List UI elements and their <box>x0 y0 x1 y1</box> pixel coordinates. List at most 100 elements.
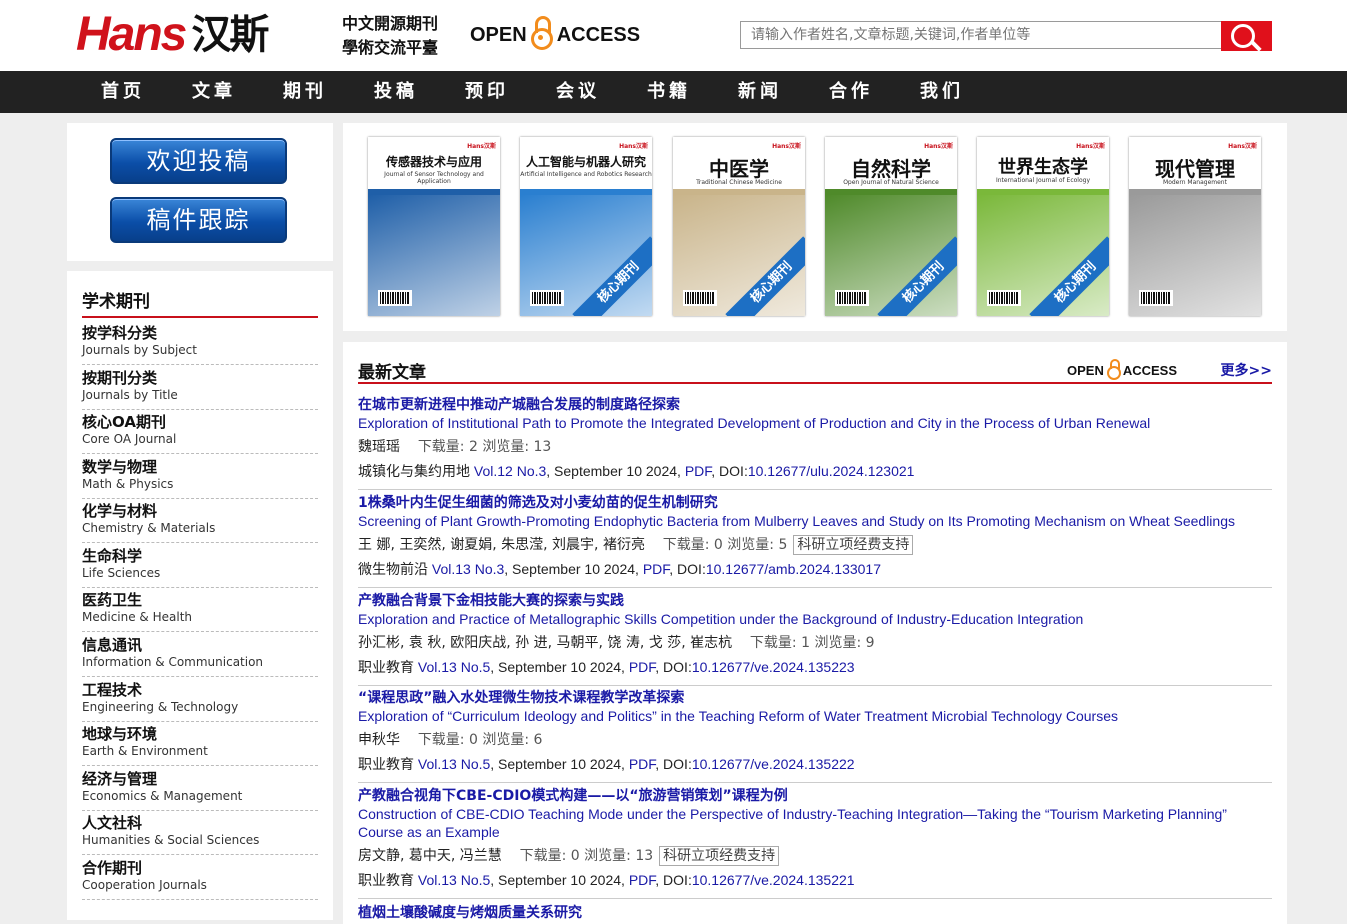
doi-link[interactable]: 10.12677/ve.2024.135222 <box>692 756 855 772</box>
categories-title: 学术期刊 <box>82 287 318 318</box>
open-lock-icon <box>1106 359 1121 381</box>
nav-about[interactable]: 我们 <box>920 71 964 113</box>
article-item: “课程思政”融入水处理微生物技术课程教学改革探索 Exploration of “… <box>358 689 1272 783</box>
article-stats: 下载量: 2 浏览量: 13 <box>417 439 552 455</box>
volume-link[interactable]: Vol.12 No.3 <box>474 463 546 479</box>
journal-name[interactable]: 职业教育 <box>358 660 414 676</box>
cover-title: 传感器技术与应用 <box>385 155 482 169</box>
article-title-en[interactable]: Construction of CBE-CDIO Teaching Mode u… <box>358 805 1272 841</box>
nav-submit[interactable]: 投稿 <box>374 71 418 113</box>
pdf-link[interactable]: PDF <box>629 756 655 772</box>
category-item[interactable]: 经济与管理 Economics & Management <box>82 767 318 811</box>
article-title-en[interactable]: Exploration and Practice of Metallograph… <box>358 610 1272 628</box>
nav-journals[interactable]: 期刊 <box>283 71 327 113</box>
cover-title: 自然科学 <box>851 157 931 181</box>
cover-title: 现代管理 <box>1155 157 1235 181</box>
cover-brand: Hans汉斯 <box>924 143 953 150</box>
pdf-link[interactable]: PDF <box>643 561 669 577</box>
article-stats: 下载量: 0 浏览量: 6 <box>417 732 543 748</box>
doi-link[interactable]: 10.12677/ulu.2024.123021 <box>748 463 915 479</box>
category-item[interactable]: 按学科分类 Journals by Subject <box>82 321 318 365</box>
category-item[interactable]: 信息通讯 Information & Communication <box>82 633 318 677</box>
volume-link[interactable]: Vol.13 No.5 <box>418 659 490 675</box>
site-slogan: 中文開源期刊 學術交流平臺 <box>342 12 438 60</box>
journal-name[interactable]: 城镇化与集约用地 <box>358 464 470 480</box>
category-item[interactable]: 数学与物理 Math & Physics <box>82 455 318 499</box>
journal-name[interactable]: 微生物前沿 <box>358 562 428 578</box>
more-articles-link[interactable]: 更多>> <box>1221 360 1272 380</box>
article-title-zh[interactable]: “课程思政”融入水处理微生物技术课程教学改革探索 <box>358 689 1272 707</box>
category-item[interactable]: 生命科学 Life Sciences <box>82 544 318 588</box>
article-title-zh[interactable]: 在城市更新进程中推动产城融合发展的制度路径探索 <box>358 396 1272 414</box>
article-title-zh[interactable]: 产教融合背景下金相技能大赛的探索与实践 <box>358 592 1272 610</box>
category-item[interactable]: 核心OA期刊 Core OA Journal <box>82 410 318 454</box>
search-input[interactable] <box>740 21 1222 49</box>
category-item[interactable]: 工程技术 Engineering & Technology <box>82 678 318 722</box>
open-lock-icon <box>530 16 553 54</box>
article-title-en[interactable]: Screening of Plant Growth-Promoting Endo… <box>358 512 1272 530</box>
nav-news[interactable]: 新闻 <box>738 71 782 113</box>
article-title-zh[interactable]: 产教融合视角下CBE-CDIO模式构建——以“旅游营销策划”课程为例 <box>358 787 1272 805</box>
article-stats: 下载量: 0 浏览量: 5 <box>662 537 788 553</box>
cover-title: 世界生态学 <box>998 157 1088 178</box>
journal-name[interactable]: 职业教育 <box>358 757 414 773</box>
submit-manuscript-button[interactable]: 欢迎投稿 <box>110 138 287 184</box>
category-item[interactable]: 按期刊分类 Journals by Title <box>82 366 318 410</box>
barcode <box>835 290 869 306</box>
article-title-zh[interactable]: 植烟土壤酸碱度与烤烟质量关系研究 <box>358 904 1272 922</box>
nav-preprint[interactable]: 预印 <box>465 71 509 113</box>
pdf-link[interactable]: PDF <box>629 659 655 675</box>
nav-books[interactable]: 书籍 <box>647 71 691 113</box>
nav-home[interactable]: 首页 <box>101 71 145 113</box>
category-item[interactable]: 合作期刊 Cooperation Journals <box>82 856 318 900</box>
cover-subtitle: Artificial Intelligence and Robotics Res… <box>520 171 652 178</box>
cover-brand: Hans汉斯 <box>467 143 496 150</box>
journal-name[interactable]: 职业教育 <box>358 873 414 889</box>
journal-cover[interactable]: Hans汉斯 中医学 Traditional Chinese Medicine 核心期… <box>673 137 805 316</box>
article-authors[interactable]: 孙汇彬, 袁 秋, 欧阳庆战, 孙 进, 马朝平, 饶 涛, 戈 莎, 崔志杭 <box>358 635 732 651</box>
article-item: 植烟土壤酸碱度与烤烟质量关系研究 <box>358 904 1272 922</box>
volume-link[interactable]: Vol.13 No.3 <box>432 561 504 577</box>
category-item[interactable]: 医药卫生 Medicine & Health <box>82 588 318 632</box>
funding-badge: 科研立项经费支持 <box>793 535 914 555</box>
journal-cover[interactable]: Hans汉斯 现代管理 Modern Management <box>1129 137 1261 316</box>
publish-date: , September 10 2024, <box>490 659 629 675</box>
article-authors[interactable]: 王 娜, 王奕然, 谢夏娟, 朱思滢, 刘晨宇, 褚衍亮 <box>358 537 645 553</box>
doi-link[interactable]: 10.12677/amb.2024.133017 <box>706 561 881 577</box>
article-source: 职业教育 Vol.13 No.5, September 10 2024, PDF… <box>358 753 1272 776</box>
doi-link[interactable]: 10.12677/ve.2024.135223 <box>692 659 855 675</box>
journal-cover[interactable]: Hans汉斯 自然科学 Open Journal of Natural Scienc… <box>825 137 957 316</box>
pdf-link[interactable]: PDF <box>685 463 711 479</box>
doi-link[interactable]: 10.12677/ve.2024.135221 <box>692 872 855 888</box>
article-title-en[interactable]: Exploration of Institutional Path to Pro… <box>358 414 1272 432</box>
volume-link[interactable]: Vol.13 No.5 <box>418 872 490 888</box>
search-button[interactable] <box>1221 21 1272 52</box>
cover-subtitle: Traditional Chinese Medicine <box>696 179 782 186</box>
cover-subtitle: International Journal of Ecology <box>995 177 1090 184</box>
category-item[interactable]: 人文社科 Humanities & Social Sciences <box>82 811 318 855</box>
article-item: 在城市更新进程中推动产城融合发展的制度路径探索 Exploration of In… <box>358 396 1272 490</box>
category-item[interactable]: 地球与环境 Earth & Environment <box>82 722 318 766</box>
hans-logo[interactable]: Hans 汉斯 <box>76 10 269 60</box>
journal-cover[interactable]: Hans汉斯 世界生态学 International Journal of Ecol… <box>977 137 1109 316</box>
article-authors[interactable]: 魏瑶瑶 <box>358 439 400 455</box>
nav-articles[interactable]: 文章 <box>192 71 236 113</box>
category-item[interactable]: 化学与材料 Chemistry & Materials <box>82 499 318 543</box>
volume-link[interactable]: Vol.13 No.5 <box>418 756 490 772</box>
track-manuscript-button[interactable]: 稿件跟踪 <box>110 197 287 243</box>
articles-title: 最新文章 <box>358 363 426 383</box>
cover-subtitle: Journal of Sensor Technology and Applica… <box>384 171 484 185</box>
pdf-link[interactable]: PDF <box>629 872 655 888</box>
nav-conference[interactable]: 会议 <box>556 71 600 113</box>
article-title-zh[interactable]: 1株桑叶内生促生细菌的筛选及对小麦幼苗的促生机制研究 <box>358 494 1272 512</box>
article-authors[interactable]: 申秋华 <box>358 732 400 748</box>
site-header: Hans 汉斯 中文開源期刊 學術交流平臺 OPEN ACCESS <box>0 0 1347 71</box>
cover-title: 人工智能与机器人研究 <box>525 155 646 169</box>
publish-date: , September 10 2024, <box>490 872 629 888</box>
journal-cover[interactable]: Hans汉斯 人工智能与机器人研究 Artificial Intelligence … <box>520 137 652 316</box>
nav-cooperation[interactable]: 合作 <box>829 71 873 113</box>
article-authors[interactable]: 房文静, 葛中天, 冯兰慧 <box>358 848 502 864</box>
open-access-badge: OPEN ACCESS <box>1067 358 1177 382</box>
article-title-en[interactable]: Exploration of “Curriculum Ideology and … <box>358 707 1272 725</box>
journal-cover[interactable]: Hans汉斯传感器技术与应用 Journal of Sensor Technolo… <box>368 137 500 316</box>
